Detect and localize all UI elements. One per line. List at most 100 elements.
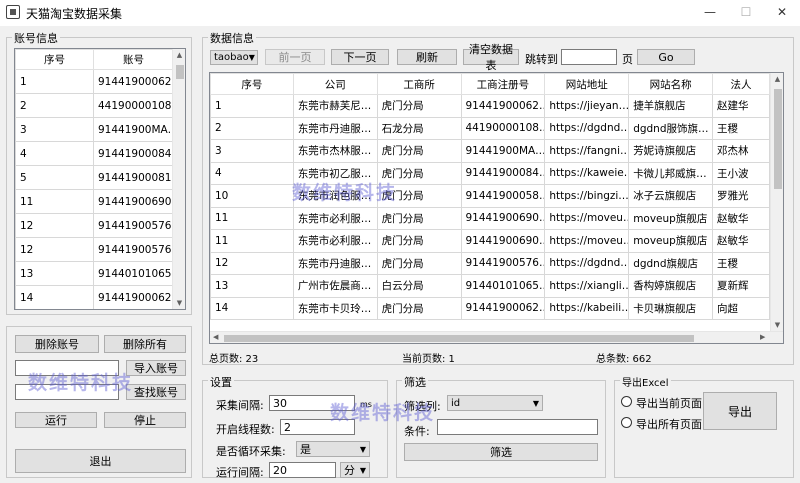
interval-input[interactable]: 30 [269, 395, 355, 411]
column-header[interactable]: 序号 [210, 73, 294, 95]
table-cell[interactable]: 13 [15, 261, 94, 286]
stop-button[interactable]: 停止 [104, 412, 186, 428]
table-cell[interactable]: 赵敏华 [712, 206, 770, 230]
prev-page-button[interactable]: 前一页 [265, 49, 325, 65]
table-cell[interactable]: 2 [15, 93, 94, 118]
table-cell[interactable]: 东莞市丹迪服… [292, 116, 378, 140]
table-cell[interactable]: 虎门分局 [376, 161, 462, 185]
table-cell[interactable]: 东莞市丹迪服… [292, 251, 378, 275]
table-cell[interactable]: 3 [210, 139, 294, 163]
data-row[interactable]: 11 东莞市必利服… 虎门分局 91441900690… https://moveu… m… [210, 229, 770, 253]
table-cell[interactable]: 虎门分局 [376, 139, 462, 163]
table-cell[interactable]: 王小波 [712, 161, 770, 185]
table-cell[interactable]: 广州市佐晨商… [292, 274, 378, 298]
table-cell[interactable]: 91441900081… [93, 165, 174, 190]
import-account-button[interactable]: 导入账号 [126, 360, 186, 376]
run-button[interactable]: 运行 [15, 412, 97, 428]
column-header[interactable]: 序号 [15, 49, 94, 70]
runtime-unit-select[interactable]: 分 ▼ [340, 462, 370, 478]
table-cell[interactable]: moveup旗舰店 [628, 206, 714, 230]
table-cell[interactable]: 91441900576… [93, 237, 174, 262]
account-row[interactable]: 491441900084… [15, 141, 174, 166]
table-cell[interactable]: 虎门分局 [376, 94, 462, 118]
table-cell[interactable]: https://kaweie… [544, 161, 630, 185]
table-cell[interactable]: https://jieyan… [544, 94, 630, 118]
table-cell[interactable]: 14 [210, 296, 294, 320]
table-cell[interactable]: 91441900690… [460, 206, 546, 230]
table-cell[interactable]: 邓杰林 [712, 139, 770, 163]
scroll-up-icon[interactable]: ▲ [173, 51, 185, 59]
data-row[interactable]: 11 东莞市必利服… 虎门分局 91441900690… https://moveu… m… [210, 206, 770, 230]
table-cell[interactable]: 香构婷旗舰店 [628, 274, 714, 298]
table-cell[interactable]: moveup旗舰店 [628, 229, 714, 253]
table-cell[interactable]: 91441900690… [93, 189, 174, 214]
table-cell[interactable]: 王稷 [712, 251, 770, 275]
table-cell[interactable]: https://bingzi… [544, 184, 630, 208]
export-all-radio[interactable] [621, 417, 632, 428]
account-row[interactable]: 1291441900576… [15, 213, 174, 238]
refresh-button[interactable]: 刷新 [397, 49, 457, 65]
runtime-input[interactable]: 20 [269, 462, 336, 478]
data-row[interactable]: 14 东莞市卡贝玲… 虎门分局 91441900062… https://kabeili… [210, 296, 770, 320]
export-current-radio[interactable] [621, 396, 632, 407]
account-row[interactable]: 3 91441900MA… [15, 117, 174, 142]
table-cell[interactable]: 91441900MA… [460, 139, 546, 163]
account-table-scrollbar[interactable]: ▲ ▼ [172, 49, 185, 309]
table-cell[interactable]: https://fangni… [544, 139, 630, 163]
find-account-button[interactable]: 查找账号 [126, 384, 186, 400]
table-cell[interactable]: 91440101065… [93, 261, 174, 286]
table-cell[interactable]: 王稷 [712, 116, 770, 140]
data-row[interactable]: 2 东莞市丹迪服… 石龙分局 44190000108… https://dgdnd… dg… [210, 116, 770, 140]
table-cell[interactable]: 91441900062… [93, 285, 174, 309]
account-row[interactable]: 1391440101065… [15, 261, 174, 286]
table-cell[interactable]: 1 [210, 94, 294, 118]
table-cell[interactable]: 91441900084… [460, 161, 546, 185]
table-cell[interactable]: 捷羊旗舰店 [628, 94, 714, 118]
vscroll-thumb[interactable] [774, 89, 782, 189]
table-cell[interactable]: 91441900062… [460, 296, 546, 320]
table-cell[interactable]: dgdnd服饰旗… [628, 116, 714, 140]
table-cell[interactable]: https://kabeili… [544, 296, 630, 320]
table-cell[interactable]: 芳妮诗旗舰店 [628, 139, 714, 163]
table-cell[interactable]: 12 [15, 213, 94, 238]
table-cell[interactable]: 11 [210, 229, 294, 253]
go-button[interactable]: Go [637, 49, 695, 65]
table-cell[interactable]: 东莞市赫芙尼… [292, 94, 378, 118]
table-cell[interactable]: 5 [15, 165, 94, 190]
table-cell[interactable]: 白云分局 [376, 274, 462, 298]
scroll-down-icon[interactable]: ▼ [771, 321, 783, 329]
export-button[interactable]: 导出 [703, 392, 777, 430]
table-cell[interactable]: 91441900576… [93, 213, 174, 238]
data-row[interactable]: 4 东莞市初乙服… 虎门分局 91441900084… https://kaweie… 卡… [210, 161, 770, 185]
table-cell[interactable]: 91441900576… [460, 251, 546, 275]
data-row[interactable]: 1 东莞市赫芙尼… 虎门分局 91441900062… https://jieyan… 捷… [210, 94, 770, 118]
scroll-right-icon[interactable]: ▶ [760, 333, 765, 341]
table-cell[interactable]: 12 [15, 237, 94, 262]
clear-table-button[interactable]: 清空数据表 [463, 43, 519, 72]
find-account-input[interactable] [15, 384, 119, 400]
table-cell[interactable]: 91441900058… [460, 184, 546, 208]
account-table[interactable]: 序号账号 191441900062…244190000108…391441900… [14, 48, 186, 310]
table-cell[interactable]: 赵敏华 [712, 229, 770, 253]
table-cell[interactable]: 91441900690… [460, 229, 546, 253]
table-cell[interactable]: 东莞市初乙服… [292, 161, 378, 185]
delete-all-button[interactable]: 删除所有 [104, 335, 186, 353]
table-cell[interactable]: 44190000108… [93, 93, 174, 118]
table-cell[interactable]: 91441900084… [93, 141, 174, 166]
table-cell[interactable]: 东莞市杰林服… [292, 139, 378, 163]
hscroll-thumb[interactable] [224, 335, 694, 342]
table-cell[interactable]: https://dgdnd… [544, 116, 630, 140]
table-cell[interactable]: 2 [210, 116, 294, 140]
table-cell[interactable]: 东莞市必利服… [292, 206, 378, 230]
table-cell[interactable]: dgdnd旗舰店 [628, 251, 714, 275]
account-input[interactable] [15, 360, 119, 376]
table-cell[interactable]: 卡微儿邦威旗… [628, 161, 714, 185]
table-cell[interactable]: 91441900062… [93, 69, 174, 94]
goto-page-input[interactable] [561, 49, 617, 65]
filter-column-select[interactable]: id ▼ [447, 395, 543, 411]
loop-select[interactable]: 是 ▼ [296, 441, 370, 457]
table-cell[interactable]: 冰子云旗舰店 [628, 184, 714, 208]
table-cell[interactable]: 11 [210, 206, 294, 230]
table-cell[interactable]: 东莞市必利服… [292, 229, 378, 253]
minimize-button[interactable]: — [692, 0, 728, 26]
